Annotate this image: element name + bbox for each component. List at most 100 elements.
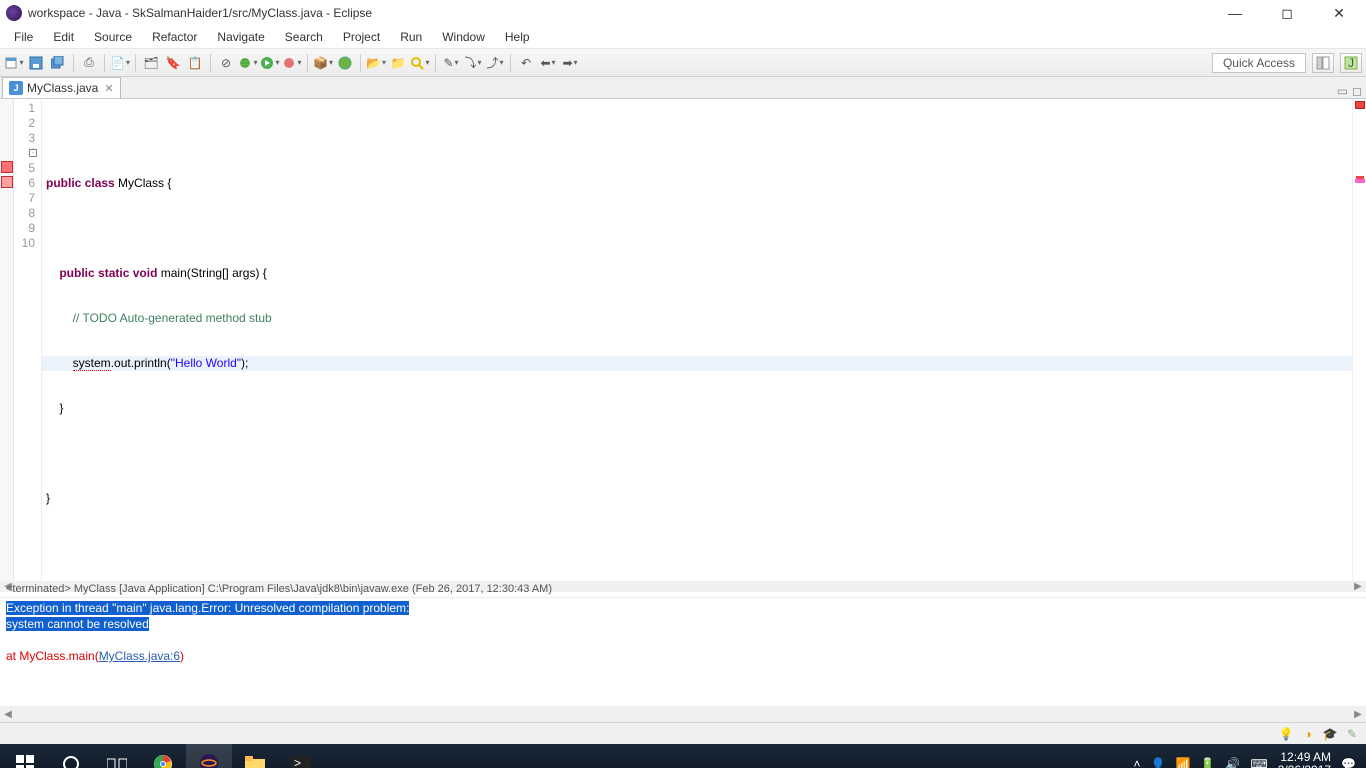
- minimize-view-icon[interactable]: ▭: [1337, 84, 1348, 98]
- task-view-button[interactable]: [94, 744, 140, 768]
- open-type-button[interactable]: 📂: [366, 53, 386, 73]
- close-button[interactable]: ✕: [1322, 2, 1356, 24]
- search-button[interactable]: [410, 53, 430, 73]
- tray-network-icon[interactable]: 📶: [1175, 757, 1190, 768]
- tray-chevron-icon[interactable]: ˄: [1134, 757, 1141, 768]
- toolbar-separator: [360, 54, 361, 72]
- skip-breakpoints-button[interactable]: ⊘: [216, 53, 236, 73]
- open-perspective-button[interactable]: [1312, 53, 1334, 73]
- build-icon[interactable]: 🎓: [1322, 726, 1338, 742]
- stacktrace-link[interactable]: MyClass.java:6: [99, 649, 180, 663]
- menu-window[interactable]: Window: [432, 27, 495, 47]
- forward-button[interactable]: ➡: [560, 53, 580, 73]
- windows-taskbar: >_ ˄ 👤 📶 🔋 🔊 ⌨ 12:49 AM 2/26/2017 💬: [0, 744, 1366, 768]
- minimize-button[interactable]: —: [1218, 2, 1252, 24]
- action-center-icon[interactable]: 💬: [1341, 757, 1356, 768]
- save-all-button[interactable]: [48, 53, 68, 73]
- console-error-line: Exception in thread "main" java.lang.Err…: [6, 601, 409, 615]
- menu-navigate[interactable]: Navigate: [207, 27, 274, 47]
- menu-run[interactable]: Run: [390, 27, 432, 47]
- code-line: public class MyClass {: [42, 176, 1352, 191]
- code-line: [42, 446, 1352, 461]
- menu-edit[interactable]: Edit: [43, 27, 84, 47]
- line-number: 4-: [14, 146, 35, 161]
- menu-project[interactable]: Project: [333, 27, 390, 47]
- menu-file[interactable]: File: [4, 27, 43, 47]
- fold-toggle-icon[interactable]: -: [29, 149, 37, 157]
- run-button[interactable]: [260, 53, 280, 73]
- tray-battery-icon[interactable]: 🔋: [1200, 757, 1215, 768]
- console-output[interactable]: Exception in thread "main" java.lang.Err…: [0, 598, 1366, 706]
- new-java-class-button[interactable]: [335, 53, 355, 73]
- editor-tab-tools: ▭ ◻: [1337, 84, 1366, 98]
- toolbar-separator: [510, 54, 511, 72]
- terminal-taskbar-icon[interactable]: >_: [278, 744, 324, 768]
- svg-text:J: J: [1348, 56, 1354, 70]
- error-marker-icon[interactable]: [1, 161, 13, 173]
- updates-icon[interactable]: ◑: [1300, 726, 1316, 742]
- save-button[interactable]: [26, 53, 46, 73]
- menu-search[interactable]: Search: [275, 27, 333, 47]
- error-marker-icon[interactable]: [1, 176, 13, 188]
- eclipse-taskbar-icon[interactable]: [186, 744, 232, 768]
- line-number: 5: [14, 161, 35, 176]
- scroll-right-icon[interactable]: ▶: [1350, 581, 1366, 592]
- toolbar-separator: [73, 54, 74, 72]
- last-edit-button[interactable]: ↶: [516, 53, 536, 73]
- scroll-left-icon[interactable]: ◀: [0, 709, 16, 720]
- tray-clock[interactable]: 12:49 AM 2/26/2017: [1278, 751, 1331, 768]
- error-overview-marker[interactable]: [1355, 101, 1365, 109]
- editor-area: 1 2 3 4- 5 6 7 8 9 10 public class MyCla…: [0, 99, 1366, 555]
- main-toolbar: ⎙ 📄 🗂 🔖 📋 ⊘ 📦 📂 📁 ✎ ⤵ ⤴ ↶ ⬅ ➡ Quick Acce…: [0, 49, 1366, 77]
- new-java-package-button[interactable]: 📦: [313, 53, 333, 73]
- tray-people-icon[interactable]: 👤: [1151, 757, 1166, 768]
- tip-icon[interactable]: 💡: [1278, 726, 1294, 742]
- cortana-button[interactable]: [48, 744, 94, 768]
- next-annotation-button[interactable]: ⤵: [463, 53, 483, 73]
- build-button[interactable]: 📄: [110, 53, 130, 73]
- eclipse-icon: [6, 5, 22, 21]
- prev-annotation-button[interactable]: ⤴: [485, 53, 505, 73]
- maximize-button[interactable]: ◻: [1270, 2, 1304, 24]
- status-bar: 💡 ◑ 🎓 ✎: [0, 722, 1366, 744]
- sync-icon[interactable]: ✎: [1344, 726, 1360, 742]
- tray-volume-icon[interactable]: 🔊: [1225, 757, 1240, 768]
- code-editor[interactable]: 1 2 3 4- 5 6 7 8 9 10 public class MyCla…: [0, 99, 1366, 581]
- close-tab-icon[interactable]: ✕: [104, 82, 113, 95]
- scroll-right-icon[interactable]: ▶: [1350, 709, 1366, 720]
- editor-tab-myclass[interactable]: J MyClass.java ✕: [2, 77, 121, 98]
- console-horizontal-scrollbar[interactable]: ◀ ▶: [0, 706, 1366, 722]
- line-number: 3: [14, 131, 35, 146]
- toggle-mark-button[interactable]: 📋: [185, 53, 205, 73]
- tray-keyboard-icon[interactable]: ⌨: [1250, 757, 1267, 768]
- annotation-ruler[interactable]: [0, 99, 14, 581]
- file-explorer-taskbar-icon[interactable]: [232, 744, 278, 768]
- overview-ruler[interactable]: [1352, 99, 1366, 581]
- chrome-taskbar-icon[interactable]: [140, 744, 186, 768]
- quick-access-field[interactable]: Quick Access: [1212, 53, 1306, 73]
- console-error-line: system cannot be resolved: [6, 617, 149, 631]
- coverage-button[interactable]: [282, 53, 302, 73]
- code-text[interactable]: public class MyClass { public static voi…: [42, 99, 1352, 581]
- menu-help[interactable]: Help: [495, 27, 540, 47]
- debug-button[interactable]: [238, 53, 258, 73]
- menubar: File Edit Source Refactor Navigate Searc…: [0, 26, 1366, 49]
- console-stacktrace-line: at MyClass.main(MyClass.java:6): [6, 648, 1360, 664]
- line-number: 10: [14, 236, 35, 251]
- annotate-button[interactable]: ✎: [441, 53, 461, 73]
- maximize-view-icon[interactable]: ◻: [1352, 84, 1362, 98]
- window-controls: — ◻ ✕: [1218, 2, 1360, 24]
- toolbar-separator: [435, 54, 436, 72]
- toggle-breadcrumb-button[interactable]: 🔖: [163, 53, 183, 73]
- toolbar-separator: [210, 54, 211, 72]
- back-button[interactable]: ⬅: [538, 53, 558, 73]
- new-button[interactable]: [4, 53, 24, 73]
- java-perspective-button[interactable]: J: [1340, 53, 1362, 73]
- menu-source[interactable]: Source: [84, 27, 142, 47]
- menu-refactor[interactable]: Refactor: [142, 27, 207, 47]
- print-button[interactable]: ⎙: [79, 53, 99, 73]
- open-task-button[interactable]: 🗂: [141, 53, 161, 73]
- start-button[interactable]: [2, 744, 48, 768]
- error-overview-marker[interactable]: [1355, 179, 1365, 183]
- open-task-button2[interactable]: 📁: [388, 53, 408, 73]
